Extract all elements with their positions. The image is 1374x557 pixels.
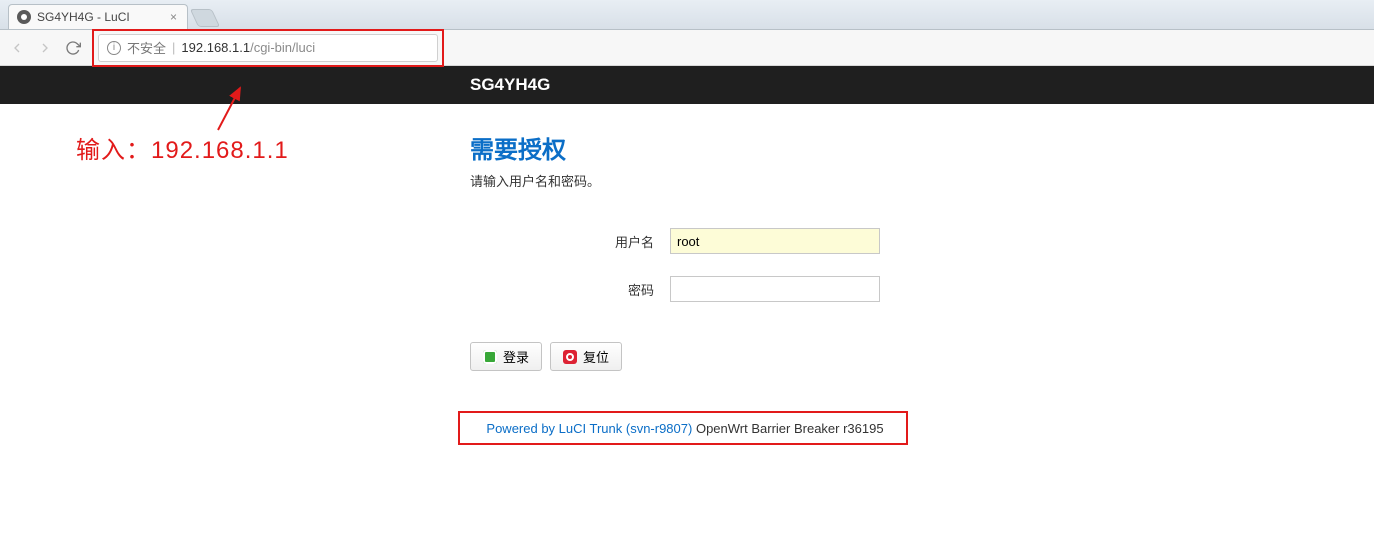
info-icon: i: [107, 41, 121, 55]
address-bar[interactable]: i 不安全 | 192.168.1.1/cgi-bin/luci: [98, 34, 438, 62]
login-icon: [483, 350, 497, 364]
page-title: SG4YH4G: [470, 75, 550, 95]
insecure-label: 不安全: [127, 38, 166, 57]
favicon-icon: [17, 10, 31, 24]
footer: Powered by LuCI Trunk (svn-r9807) OpenWr…: [470, 415, 900, 442]
address-url: 192.168.1.1/cgi-bin/luci: [181, 40, 315, 55]
tab-title: SG4YH4G - LuCI: [37, 10, 130, 24]
reset-icon: [563, 350, 577, 364]
page-header: SG4YH4G: [0, 66, 1374, 104]
reset-button[interactable]: 复位: [550, 342, 622, 371]
forward-button[interactable]: [36, 39, 54, 57]
back-button[interactable]: [8, 39, 26, 57]
password-row: 密码: [470, 276, 1374, 302]
button-row: 登录 复位: [470, 342, 1374, 371]
username-label: 用户名: [470, 232, 670, 251]
login-button-label: 登录: [503, 347, 529, 366]
annotation-text: 输入：192.168.1.1: [76, 130, 289, 165]
login-button[interactable]: 登录: [470, 342, 542, 371]
close-icon[interactable]: ×: [170, 11, 177, 23]
browser-tab[interactable]: SG4YH4G - LuCI ×: [8, 4, 188, 29]
username-row: 用户名: [470, 228, 1374, 254]
auth-subtitle: 请输入用户名和密码。: [470, 171, 1374, 190]
auth-heading: 需要授权: [470, 130, 1374, 165]
new-tab-button[interactable]: [190, 9, 220, 27]
address-separator: |: [172, 40, 175, 55]
reload-button[interactable]: [64, 39, 82, 57]
browser-toolbar: i 不安全 | 192.168.1.1/cgi-bin/luci: [0, 30, 1374, 66]
browser-tab-strip: SG4YH4G - LuCI ×: [0, 0, 1374, 30]
footer-text: OpenWrt Barrier Breaker r36195: [692, 421, 883, 436]
password-label: 密码: [470, 280, 670, 299]
username-input[interactable]: [670, 228, 880, 254]
reset-button-label: 复位: [583, 347, 609, 366]
password-input[interactable]: [670, 276, 880, 302]
footer-link[interactable]: Powered by LuCI Trunk (svn-r9807): [486, 421, 692, 436]
